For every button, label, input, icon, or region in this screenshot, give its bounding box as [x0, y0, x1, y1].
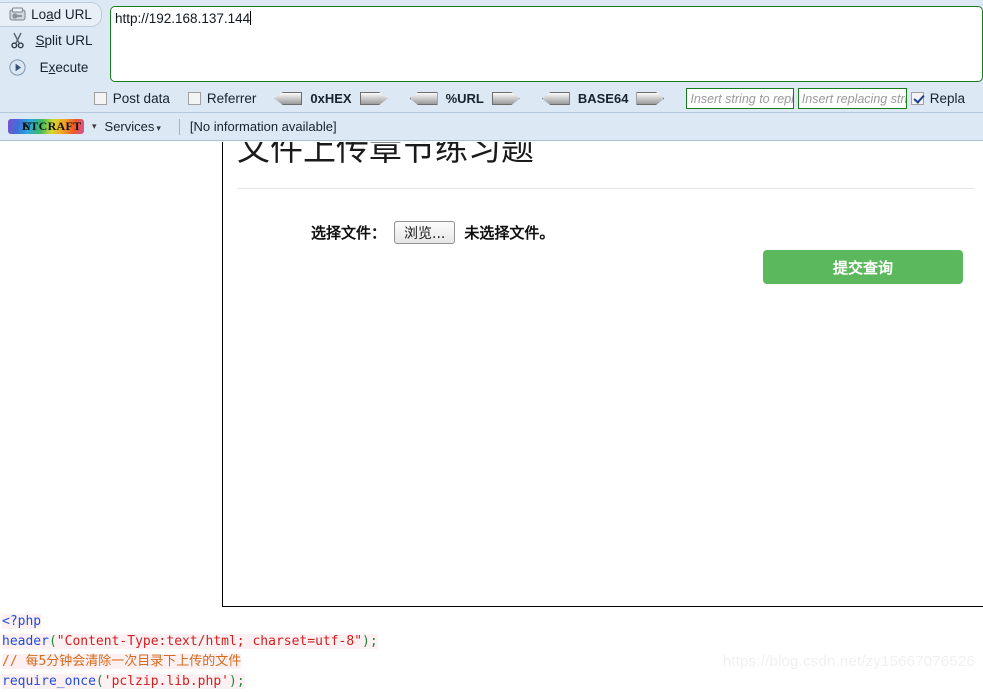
load-url-icon [6, 4, 28, 26]
replace-from-placeholder: Insert string to replace [690, 92, 793, 106]
post-data-label: Post data [113, 91, 170, 106]
text-caret [250, 11, 251, 25]
url-converter-label: %URL [446, 91, 484, 106]
url-input-value: http://192.168.137.144 [115, 11, 250, 26]
code-token: require_once [2, 674, 96, 689]
execute-button[interactable]: Execute [0, 54, 106, 81]
browse-button[interactable]: 浏览... [394, 221, 455, 244]
code-line: require_once('pclzip.lib.php'); [0, 672, 983, 692]
page-viewport: 文件上传章节练习题 选择文件： 浏览... 未选择文件。 提交查询 https:… [0, 142, 983, 692]
url-input[interactable]: http://192.168.137.144 [110, 6, 983, 82]
file-upload-row: 选择文件： 浏览... 未选择文件。 [223, 221, 983, 244]
play-icon [6, 57, 28, 79]
code-token: 'pclzip.lib.php' [104, 674, 229, 689]
netcraft-info-text: [No information available] [190, 119, 337, 134]
screen-root: Load URL Split URL [0, 0, 983, 692]
post-data-checkbox[interactable]: Post data [94, 91, 170, 106]
code-token: <?php [2, 614, 41, 629]
split-url-label: Split URL [28, 33, 106, 48]
replace-label: Repla [930, 91, 965, 106]
page-title: 文件上传章节练习题 [223, 142, 983, 166]
hex-decode-arrow-icon[interactable] [274, 92, 302, 105]
netcraft-dropdown-caret-icon[interactable]: ▾ [92, 121, 97, 132]
chevron-down-icon: ▾ [156, 123, 161, 133]
hex-converter-group: 0xHEX [274, 91, 387, 106]
checkbox-checked-icon [911, 92, 924, 105]
hex-encode-arrow-icon[interactable] [360, 92, 388, 105]
netcraft-toolbar: NETCRAFT ▾ Services▾ [No information ava… [0, 113, 983, 141]
code-token: ( [49, 634, 57, 649]
code-line: // 每5分钟会清除一次目录下上传的文件 [0, 652, 983, 672]
replace-checkbox[interactable]: Repla [911, 91, 965, 106]
hackbar-action-list: Load URL Split URL [0, 2, 106, 81]
hackbar-toolbar: Load URL Split URL [0, 0, 983, 113]
split-url-button[interactable]: Split URL [0, 27, 106, 54]
execute-label: Execute [28, 60, 106, 75]
load-url-label: Load URL [28, 7, 101, 22]
code-token: header [2, 634, 49, 649]
url-converter-group: %URL [410, 91, 520, 106]
code-token: ) [229, 674, 237, 689]
code-line: header("Content-Type:text/html; charset=… [0, 632, 983, 652]
file-field-label: 选择文件： [311, 222, 386, 243]
checkbox-icon [94, 92, 107, 105]
code-token: // 每5分钟会清除一次目录下上传的文件 [2, 654, 241, 669]
code-token: ) [362, 634, 370, 649]
netcraft-logo-icon[interactable]: NETCRAFT [8, 119, 84, 134]
hex-converter-label: 0xHEX [310, 91, 351, 106]
base64-converter-label: BASE64 [578, 91, 629, 106]
referrer-label: Referrer [207, 91, 257, 106]
code-line: <?php [0, 612, 983, 632]
load-url-button[interactable]: Load URL [0, 2, 102, 27]
base64-encode-arrow-icon[interactable] [636, 92, 664, 105]
submit-button[interactable]: 提交查询 [763, 250, 963, 284]
title-divider [237, 188, 974, 189]
php-source-listing: <?phpheader("Content-Type:text/html; cha… [0, 612, 983, 692]
base64-decode-arrow-icon[interactable] [542, 92, 570, 105]
toolbar-divider [179, 119, 180, 135]
replace-from-input[interactable]: Insert string to replace [686, 88, 793, 109]
base64-converter-group: BASE64 [542, 91, 665, 106]
referrer-checkbox[interactable]: Referrer [188, 91, 257, 106]
code-token: ; [237, 674, 245, 689]
content-panel: 文件上传章节练习题 选择文件： 浏览... 未选择文件。 提交查询 [222, 142, 983, 607]
url-decode-arrow-icon[interactable] [410, 92, 438, 105]
netcraft-services-menu[interactable]: Services▾ [105, 119, 169, 134]
scissors-icon [6, 30, 28, 52]
code-token: ( [96, 674, 104, 689]
hackbar-options-row: Post data Referrer 0xHEX %URL BASE64 [0, 86, 983, 111]
code-token: "Content-Type:text/html; charset=utf-8" [57, 634, 362, 649]
no-file-selected-text: 未选择文件。 [464, 222, 554, 243]
replace-to-placeholder: Insert replacing string [802, 92, 907, 106]
checkbox-icon [188, 92, 201, 105]
replace-to-input[interactable]: Insert replacing string [798, 88, 907, 109]
url-encode-arrow-icon[interactable] [492, 92, 520, 105]
code-token: ; [370, 634, 378, 649]
